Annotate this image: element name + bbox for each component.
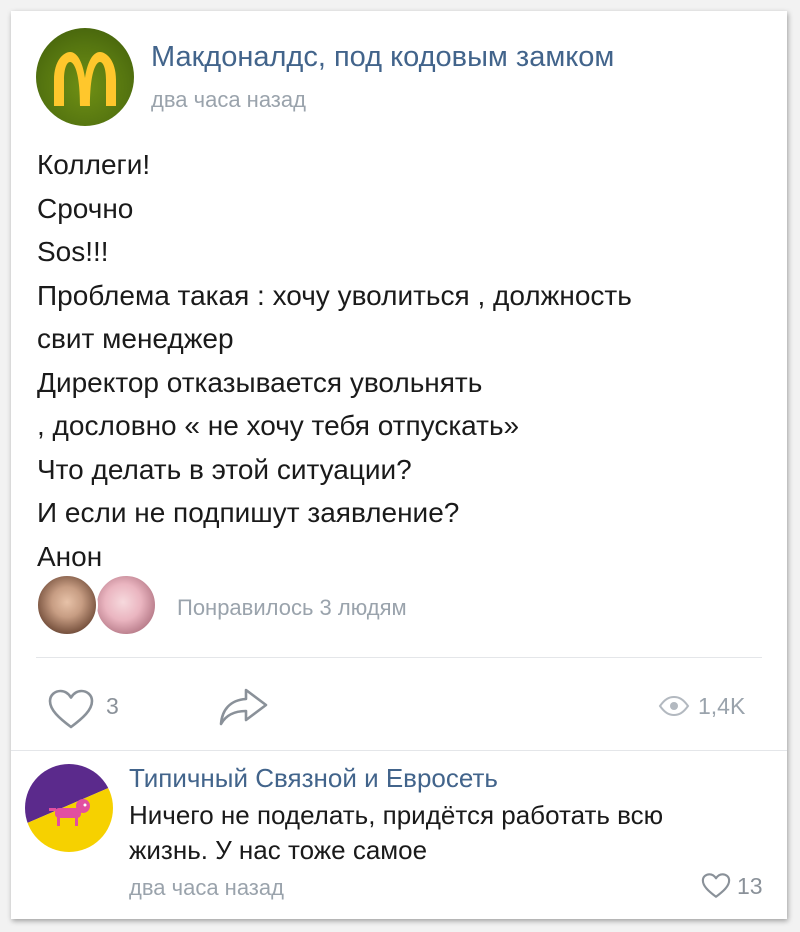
post-text-line: Анон bbox=[37, 540, 103, 572]
post-text-line: Срочно bbox=[37, 192, 134, 224]
share-icon[interactable] bbox=[216, 684, 270, 730]
divider bbox=[36, 657, 762, 658]
eye-icon bbox=[658, 696, 690, 716]
post-text-line: свит менеджер bbox=[37, 323, 234, 354]
divider bbox=[11, 750, 787, 751]
like-count[interactable]: 3 bbox=[106, 693, 119, 720]
liker-avatar[interactable] bbox=[36, 574, 98, 636]
comment-like-count[interactable]: 13 bbox=[737, 873, 763, 900]
post-text-line: , дословно « не хочу тебя отпускать» bbox=[37, 410, 520, 441]
post-author-name[interactable]: Макдоналдс, под кодовым замком bbox=[151, 41, 614, 74]
post-text-line: Коллеги! bbox=[37, 149, 151, 180]
liked-by-text[interactable]: Понравилось 3 людям bbox=[177, 595, 407, 621]
comment-text-line: жизнь. У нас тоже самое bbox=[129, 835, 428, 865]
heart-icon[interactable] bbox=[701, 872, 731, 899]
comment-text-line: Ничего не поделать, придётся работать вс… bbox=[129, 800, 664, 830]
heart-icon[interactable] bbox=[47, 688, 95, 730]
post-author-avatar[interactable] bbox=[36, 28, 134, 126]
comment-time[interactable]: два часа назад bbox=[129, 875, 284, 901]
post-text-line: Директор отказывается увольнять bbox=[37, 366, 483, 398]
liker-avatar[interactable] bbox=[95, 574, 157, 636]
views-count: 1,4K bbox=[698, 693, 746, 719]
mcdonalds-logo-icon bbox=[54, 52, 116, 106]
post-card: Макдоналдс, под кодовым замком два часа … bbox=[11, 11, 787, 919]
comment-author-avatar[interactable] bbox=[25, 764, 113, 852]
post-text-line: Проблема такая : хочу уволиться , должно… bbox=[37, 279, 632, 311]
dog-mascot-icon bbox=[25, 764, 113, 852]
comment-text: Ничего не поделать, придётся работать вс… bbox=[129, 798, 663, 868]
post-text: Коллеги! Срочно Sos!!! Проблема такая : … bbox=[37, 143, 632, 578]
post-time[interactable]: два часа назад bbox=[151, 87, 306, 113]
post-text-line: Что делать в этой ситуации? bbox=[37, 453, 412, 485]
post-text-line: И если не подпишут заявление? bbox=[37, 497, 460, 528]
comment-author-name[interactable]: Типичный Связной и Евросеть bbox=[129, 763, 498, 794]
post-text-line: Sos!!! bbox=[37, 236, 109, 267]
